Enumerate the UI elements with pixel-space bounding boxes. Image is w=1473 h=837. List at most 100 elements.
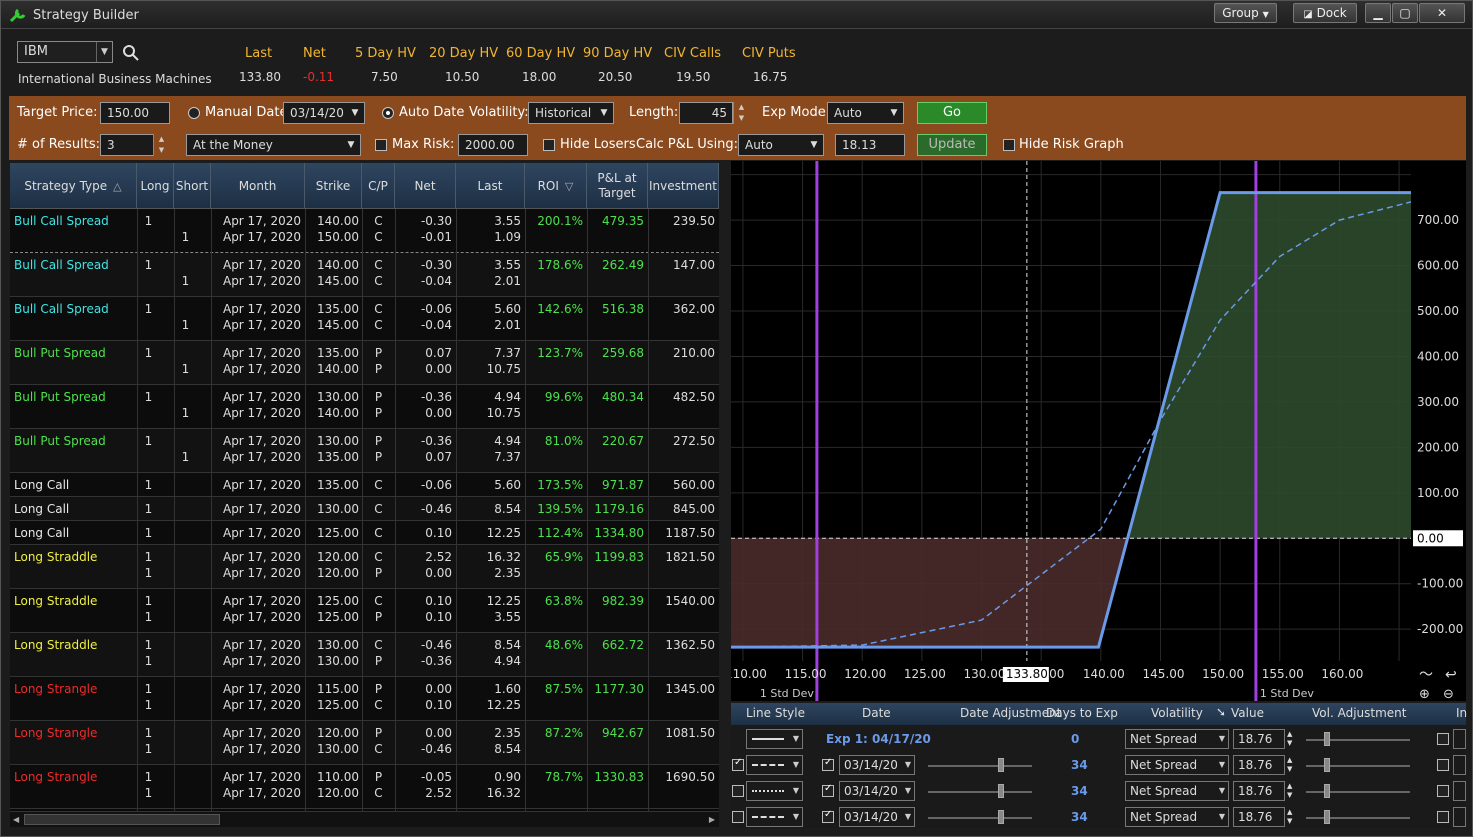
moneyness-select[interactable]: At the Money ▼ xyxy=(186,134,361,156)
value-spinner[interactable]: ▲ ▼ xyxy=(1287,756,1292,774)
symbol-input[interactable]: IBM ▼ xyxy=(17,41,113,63)
date-select[interactable]: 03/14/20 ▼ xyxy=(839,807,915,827)
vol-adjustment-thumb[interactable] xyxy=(1324,732,1330,746)
line-visible-checkbox[interactable] xyxy=(732,811,744,823)
volatility-mode-select[interactable]: Net Spread ▼ xyxy=(1125,755,1229,775)
date-checkbox[interactable]: ✓ xyxy=(822,809,834,823)
date-adjustment-slider[interactable] xyxy=(928,765,1032,767)
table-row[interactable]: Long Strangle 1 Apr 17, 2020 115.00 P 0.00 1.6… xyxy=(10,677,719,721)
search-icon[interactable] xyxy=(122,44,140,62)
table-row[interactable]: Long Strangle 1 Apr 17, 2020 110.00 P -0.05 0.… xyxy=(10,765,719,809)
target-price-input[interactable]: 150.00 xyxy=(100,102,170,124)
results-spinner[interactable]: ▲ ▼ xyxy=(153,134,169,156)
go-button[interactable]: Go xyxy=(917,102,987,124)
line-style-select[interactable]: ▼ xyxy=(746,755,803,775)
table-row[interactable]: Bull Call Spread 1 Apr 17, 2020 140.00 C -0.3… xyxy=(10,209,719,253)
value-spinner[interactable]: ▲ ▼ xyxy=(1287,730,1292,748)
column-header[interactable]: Last xyxy=(456,163,525,209)
vol-adjustment-slider[interactable] xyxy=(1306,739,1410,741)
update-button[interactable]: Update xyxy=(917,134,987,156)
date-adjustment-slider[interactable] xyxy=(928,791,1032,793)
vol-adjustment-thumb[interactable] xyxy=(1324,784,1330,798)
line-style-select[interactable]: ▼ xyxy=(746,807,803,827)
vol-adjustment-thumb[interactable] xyxy=(1324,758,1330,772)
auto-date-radio[interactable] xyxy=(382,107,394,119)
line-style-select[interactable]: ▼ xyxy=(746,729,803,749)
table-row[interactable]: Bull Put Spread 1 Apr 17, 2020 130.00 P -0.36… xyxy=(10,385,719,429)
line-visible-checkbox[interactable] xyxy=(732,785,744,797)
volatility-mode-select[interactable]: Net Spread ▼ xyxy=(1125,781,1229,801)
table-row[interactable]: Bull Call Spread 1 Apr 17, 2020 135.00 C -0.0… xyxy=(10,297,719,341)
length-input[interactable]: 45 xyxy=(679,102,733,124)
include-checkbox[interactable] xyxy=(1437,759,1449,771)
volatility-mode-select[interactable]: Net Spread ▼ xyxy=(1125,729,1229,749)
column-header[interactable]: P&L at Target xyxy=(587,163,648,209)
vol-adjustment-slider[interactable] xyxy=(1306,791,1410,793)
calc-pl-select[interactable]: Auto ▼ xyxy=(738,134,824,156)
volatility-value-input[interactable]: 18.76 xyxy=(1233,729,1285,749)
date-adjustment-thumb[interactable] xyxy=(998,784,1004,798)
group-button[interactable]: Group ▼ xyxy=(1214,3,1277,23)
include-input[interactable] xyxy=(1453,755,1466,775)
table-row[interactable]: Bull Put Spread 1 Apr 17, 2020 130.00 P -0.36… xyxy=(10,429,719,473)
include-input[interactable] xyxy=(1453,781,1466,801)
table-row[interactable]: Bull Put Spread 1 Apr 17, 2020 135.00 P 0.07 7… xyxy=(10,341,719,385)
date-adjustment-slider[interactable] xyxy=(928,817,1032,819)
exp-mode-select[interactable]: Auto ▼ xyxy=(827,102,904,124)
table-row[interactable]: Long Straddle 1 Apr 17, 2020 130.00 C -0.46 8.… xyxy=(10,633,719,677)
length-spinner[interactable]: ▲ ▼ xyxy=(733,102,749,124)
table-row[interactable]: Long Straddle 1 Apr 17, 2020 120.00 C 2.52 16.… xyxy=(10,545,719,589)
value-spinner[interactable]: ▲ ▼ xyxy=(1287,808,1292,826)
date-checkbox[interactable]: ✓ xyxy=(822,783,834,797)
column-header[interactable]: Investment xyxy=(648,163,719,209)
vol-adjustment-slider[interactable] xyxy=(1306,817,1410,819)
include-checkbox[interactable] xyxy=(1437,811,1449,823)
volatility-value-input[interactable]: 18.76 xyxy=(1233,755,1285,775)
manual-date-radio[interactable] xyxy=(188,107,200,119)
date-checkbox[interactable]: ✓ xyxy=(822,757,834,771)
column-header[interactable]: C/P xyxy=(362,163,395,209)
max-risk-input[interactable]: 2000.00 xyxy=(458,134,528,156)
maximize-button[interactable]: ▢ xyxy=(1392,3,1418,23)
column-header[interactable]: Long xyxy=(137,163,174,209)
hide-risk-graph-checkbox[interactable] xyxy=(1003,139,1015,151)
table-row[interactable]: Long Call 1 Apr 17, 2020 130.00 C -0.46 8.54 13… xyxy=(10,497,719,521)
line-style-select[interactable]: ▼ xyxy=(746,781,803,801)
vol-adjustment-slider[interactable] xyxy=(1306,765,1410,767)
table-row[interactable]: Long Strangle 1 Apr 17, 2020 120.00 P 0.00 2.3… xyxy=(10,721,719,765)
volatility-value-input[interactable]: 18.76 xyxy=(1233,807,1285,827)
volatility-select[interactable]: Historical ▼ xyxy=(528,102,614,124)
date-adjustment-thumb[interactable] xyxy=(998,758,1004,772)
include-checkbox[interactable] xyxy=(1437,785,1449,797)
date-adjustment-thumb[interactable] xyxy=(998,810,1004,824)
value-spinner[interactable]: ▲ ▼ xyxy=(1287,782,1292,800)
table-row[interactable]: Bull Call Spread 1 Apr 17, 2020 140.00 C -0.3… xyxy=(10,253,719,297)
column-header[interactable]: Short xyxy=(174,163,211,209)
results-input[interactable]: 3 xyxy=(100,134,154,156)
volatility-mode-select[interactable]: Net Spread ▼ xyxy=(1125,807,1229,827)
column-header[interactable]: Month xyxy=(211,163,305,209)
calc-value-input[interactable]: 18.13 xyxy=(835,134,905,156)
include-input[interactable] xyxy=(1453,807,1466,827)
volatility-value-input[interactable]: 18.76 xyxy=(1233,781,1285,801)
line-visible-checkbox[interactable]: ✓ xyxy=(732,757,744,771)
date-select[interactable]: 03/14/20 ▼ xyxy=(839,755,915,775)
column-header[interactable]: Strategy Type △ xyxy=(10,163,137,209)
column-header[interactable]: ROI ▽ xyxy=(525,163,587,209)
vol-adjustment-thumb[interactable] xyxy=(1324,810,1330,824)
table-row[interactable]: Long Straddle 1 Apr 17, 2020 125.00 C 0.10 12.… xyxy=(10,589,719,633)
horizontal-scrollbar[interactable]: ◀ ▶ xyxy=(10,811,719,827)
dock-button[interactable]: ◪ Dock xyxy=(1293,3,1357,23)
minimize-button[interactable]: ▁ xyxy=(1365,3,1391,23)
hide-losers-checkbox[interactable] xyxy=(543,139,555,151)
refresh-icon[interactable]: ➘ xyxy=(1216,705,1226,719)
table-row[interactable]: Long Call 1 Apr 17, 2020 135.00 C -0.06 5.60 17… xyxy=(10,473,719,497)
max-risk-checkbox[interactable] xyxy=(375,139,387,151)
include-checkbox[interactable] xyxy=(1437,733,1449,745)
manual-date-select[interactable]: 03/14/20 ▼ xyxy=(283,102,365,124)
column-header[interactable]: Strike xyxy=(305,163,362,209)
include-input[interactable] xyxy=(1453,729,1466,749)
table-row[interactable]: Long Call 1 Apr 17, 2020 125.00 C 0.10 12.25 11… xyxy=(10,521,719,545)
risk-graph[interactable]: 700.00 600.00 500.00 400.00 300.00 200.00 100.… xyxy=(725,161,1466,702)
date-select[interactable]: 03/14/20 ▼ xyxy=(839,781,915,801)
